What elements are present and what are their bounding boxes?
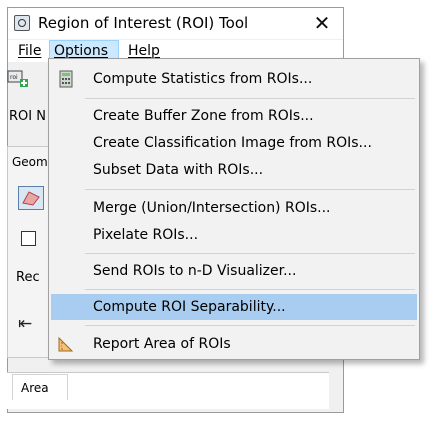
menu-item-send-to-nd-visualizer[interactable]: Send ROIs to n-D Visualizer...: [51, 258, 417, 284]
menu-item-label: Pixelate ROIs...: [93, 227, 199, 243]
menu-item-label: Create Classification Image from ROIs...: [93, 135, 372, 151]
close-button[interactable]: ✕: [310, 11, 334, 35]
record-label: Rec: [16, 270, 40, 285]
menu-help-label: Help: [128, 43, 160, 59]
polygon-tool-button[interactable]: [18, 186, 44, 210]
menu-item-label: Create Buffer Zone from ROIs...: [93, 108, 314, 124]
app-icon: [14, 15, 30, 31]
menu-file[interactable]: File: [14, 40, 45, 62]
menu-file-label: File: [18, 43, 42, 59]
menu-separator: [85, 189, 415, 190]
window-title: Region of Interest (ROI) Tool: [38, 14, 249, 32]
option-checkbox[interactable]: [21, 231, 36, 246]
menu-item-label: Subset Data with ROIs...: [93, 162, 264, 178]
tab-geometry[interactable]: Geom: [12, 151, 52, 173]
menu-item-compute-roi-separability[interactable]: Compute ROI Separability...: [51, 294, 417, 320]
menu-item-label: Compute Statistics from ROIs...: [93, 71, 313, 87]
new-roi-icon[interactable]: roi: [7, 68, 29, 88]
options-dropdown: Compute Statistics from ROIs... Create B…: [48, 58, 420, 360]
tab-area[interactable]: Area: [12, 374, 68, 400]
menu-item-label: Report Area of ROIs: [93, 336, 231, 352]
menu-item-compute-statistics[interactable]: Compute Statistics from ROIs...: [51, 66, 417, 92]
menu-separator: [85, 253, 415, 254]
menu-item-merge-rois[interactable]: Merge (Union/Intersection) ROIs...: [51, 195, 417, 221]
title-bar: Region of Interest (ROI) Tool ✕: [8, 8, 343, 39]
menu-item-pixelate-rois[interactable]: Pixelate ROIs...: [51, 222, 417, 248]
first-record-button[interactable]: ⇤: [18, 313, 44, 335]
ruler-icon: [58, 336, 74, 352]
roi-name-label: ROI N: [9, 109, 46, 124]
menu-item-label: Send ROIs to n-D Visualizer...: [93, 263, 297, 279]
polygon-icon: [22, 191, 40, 206]
menu-separator: [85, 98, 415, 99]
menu-item-label: Merge (Union/Intersection) ROIs...: [93, 200, 331, 216]
menu-separator: [85, 289, 415, 290]
svg-text:roi: roi: [10, 74, 18, 81]
menu-separator: [85, 325, 415, 326]
menu-item-create-classification-image[interactable]: Create Classification Image from ROIs...: [51, 130, 417, 156]
menu-item-label: Compute ROI Separability...: [93, 299, 286, 315]
menu-item-subset-data[interactable]: Subset Data with ROIs...: [51, 157, 417, 183]
menu-item-report-area[interactable]: Report Area of ROIs: [51, 331, 417, 357]
menu-options-label: Options: [54, 43, 109, 59]
calculator-icon: [59, 70, 73, 88]
menu-item-create-buffer-zone[interactable]: Create Buffer Zone from ROIs...: [51, 103, 417, 129]
